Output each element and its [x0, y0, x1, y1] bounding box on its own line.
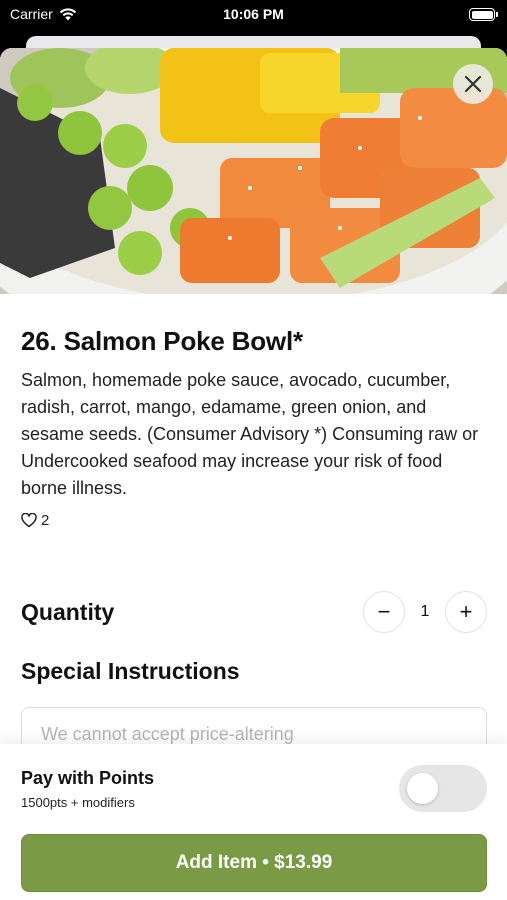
item-info: 26. Salmon Poke Bowl* Salmon, homemade p… — [0, 326, 507, 529]
close-icon — [464, 75, 482, 93]
item-detail-sheet: 26. Salmon Poke Bowl* Salmon, homemade p… — [0, 48, 507, 900]
checkout-panel: Pay with Points 1500pts + modifiers Add … — [0, 744, 507, 900]
decrement-button[interactable]: − — [363, 591, 405, 633]
pay-with-points-toggle[interactable] — [399, 765, 487, 812]
quantity-row: Quantity − 1 + — [21, 591, 487, 633]
quantity-value: 1 — [420, 603, 430, 620]
special-instructions-label: Special Instructions — [21, 658, 240, 684]
like-button[interactable]: 2 — [21, 512, 486, 529]
status-bar: Carrier 10:06 PM — [0, 0, 507, 30]
add-item-button[interactable]: Add Item • $13.99 — [21, 834, 487, 892]
special-instructions-placeholder: We cannot accept price-altering — [41, 724, 294, 744]
close-button[interactable] — [453, 64, 493, 104]
pay-with-points-label: Pay with Points — [21, 768, 155, 788]
item-title: 26. Salmon Poke Bowl* — [21, 326, 303, 356]
clock: 10:06 PM — [223, 6, 284, 22]
increment-button[interactable]: + — [445, 591, 487, 633]
quantity-label: Quantity — [21, 598, 115, 625]
item-description: Salmon, homemade poke sauce, avocado, cu… — [21, 370, 479, 498]
toggle-knob — [407, 773, 438, 804]
like-count: 2 — [41, 512, 50, 529]
heart-outline-icon — [21, 513, 37, 528]
item-photo — [0, 48, 507, 294]
quantity-stepper: − 1 + — [363, 591, 487, 633]
points-cost: 1500pts + modifiers — [21, 795, 135, 810]
battery-icon — [469, 8, 498, 21]
